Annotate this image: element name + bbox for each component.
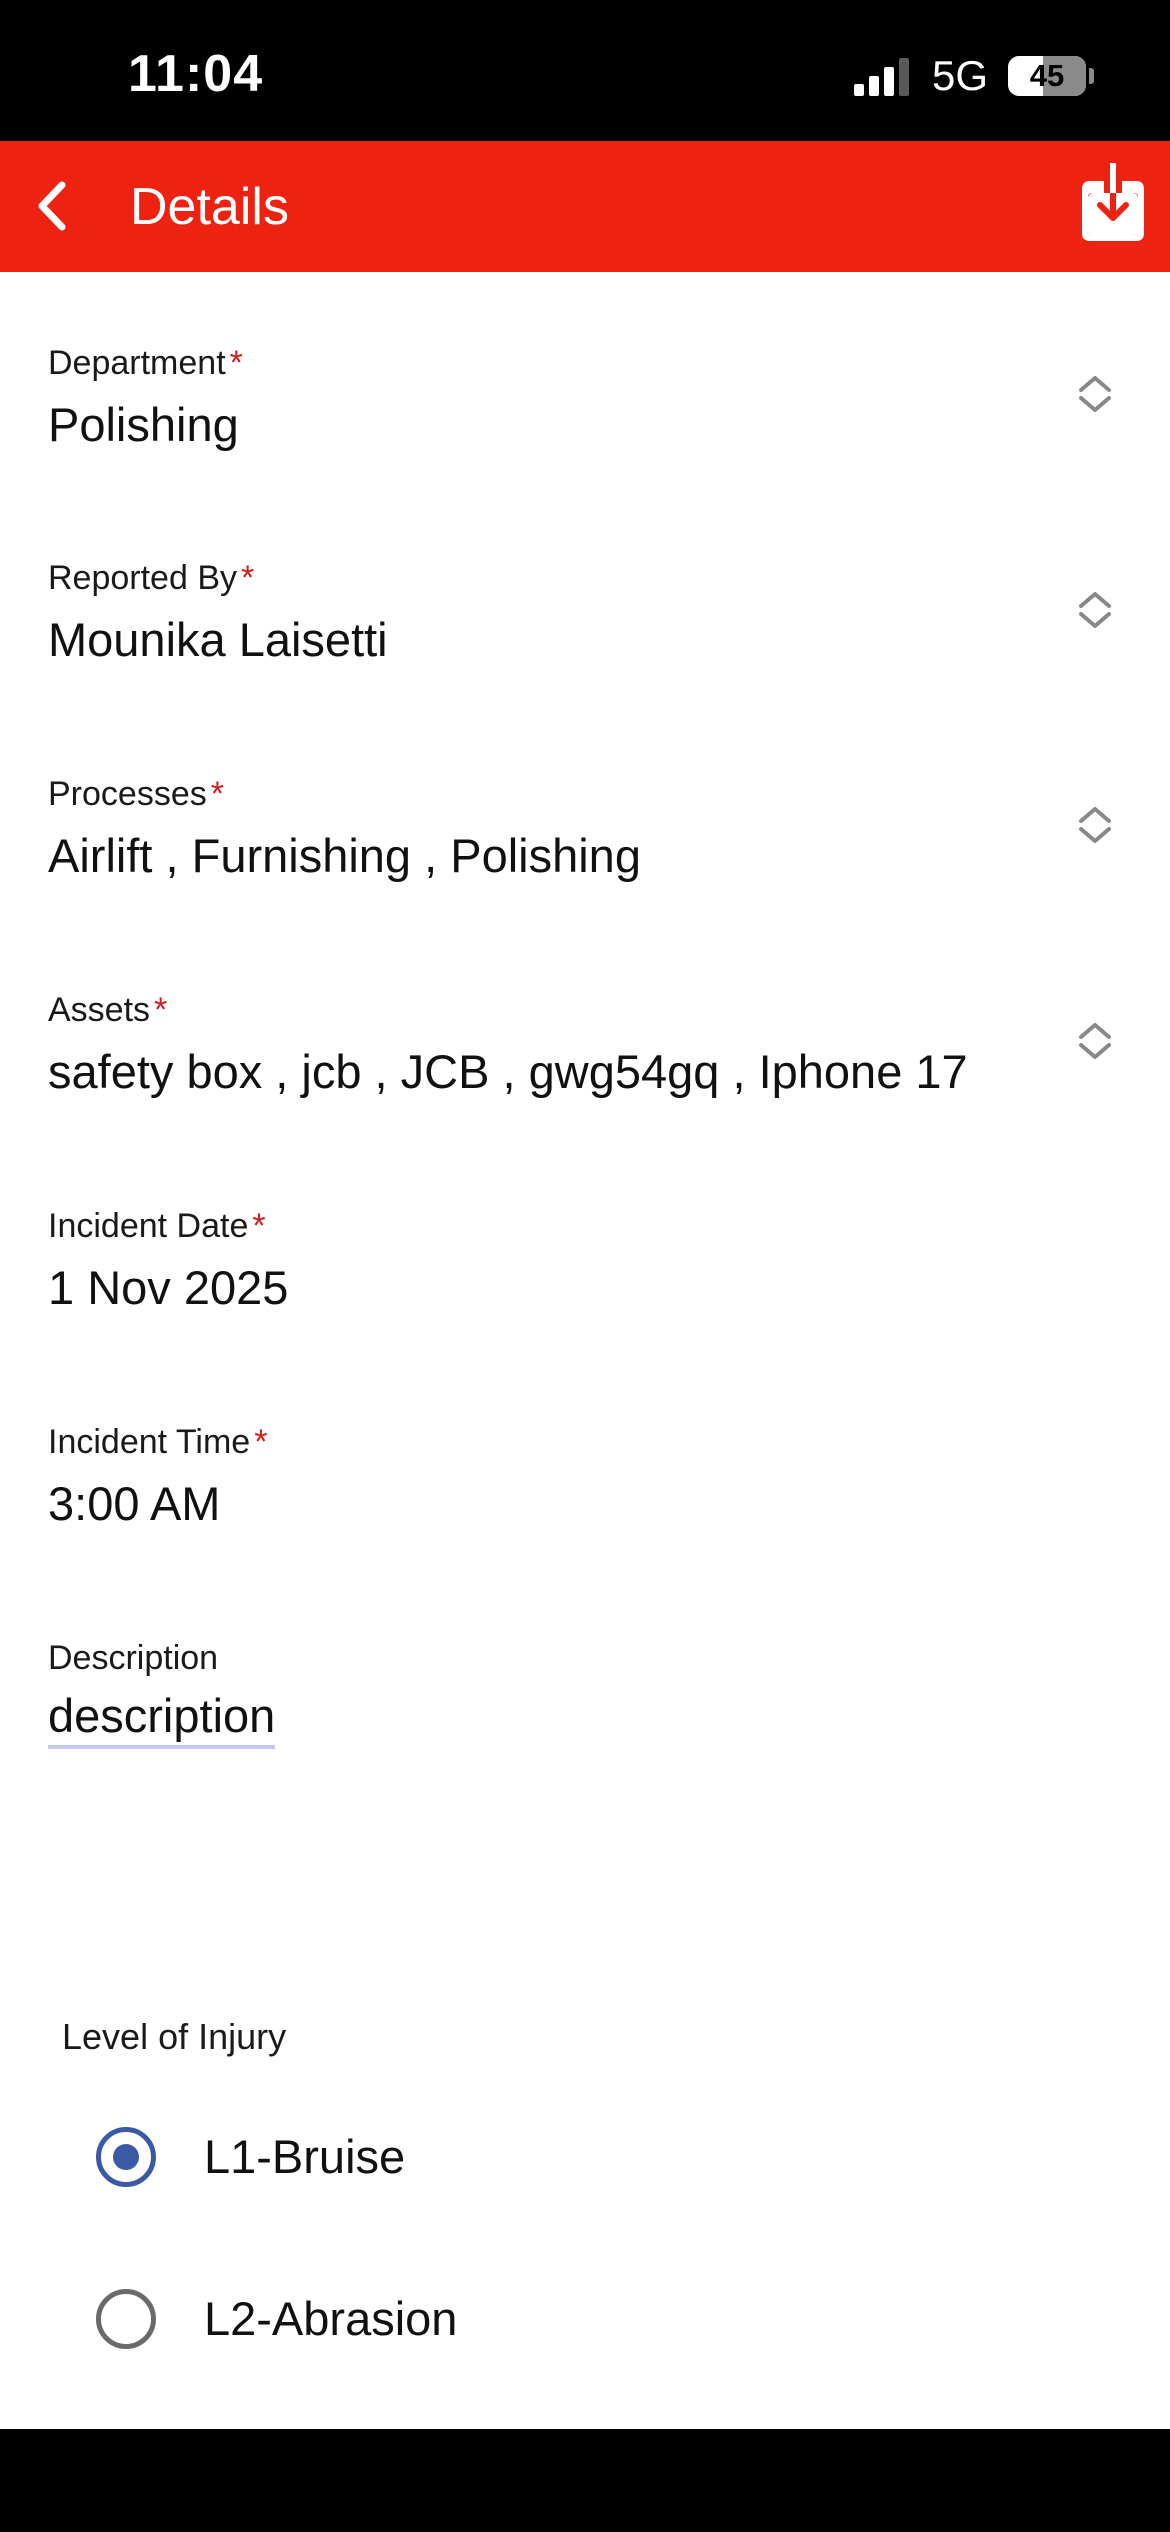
chevron-up-down-icon[interactable] bbox=[1075, 588, 1115, 632]
reported-by-label: Reported By bbox=[48, 559, 237, 597]
chevron-up-down-icon[interactable] bbox=[1075, 1019, 1115, 1063]
status-time: 11:04 bbox=[128, 45, 264, 103]
assets-label: Assets bbox=[48, 991, 151, 1029]
network-type: 5G bbox=[932, 52, 989, 99]
department-field[interactable]: Department * Polishing bbox=[48, 344, 1128, 452]
incident-date-label: Incident Date bbox=[48, 1207, 249, 1245]
battery-icon: 45 bbox=[1008, 56, 1086, 96]
description-label: Description bbox=[48, 1639, 219, 1677]
department-label: Department bbox=[48, 344, 226, 382]
radio-selected-icon[interactable] bbox=[96, 2127, 156, 2187]
reported-by-field[interactable]: Reported By * Mounika Laisetti bbox=[48, 559, 1128, 667]
incident-date-value: 1 Nov 2025 bbox=[48, 1261, 289, 1314]
chevron-up-down-icon[interactable] bbox=[1075, 372, 1115, 416]
download-icon bbox=[1082, 163, 1144, 241]
bottom-bar bbox=[0, 2429, 1170, 2532]
page-title: Details bbox=[130, 178, 289, 236]
incident-time-label: Incident Time bbox=[48, 1423, 251, 1461]
reported-by-value: Mounika Laisetti bbox=[48, 613, 388, 666]
required-mark: * bbox=[254, 1423, 268, 1461]
level-of-injury-heading: Level of Injury bbox=[62, 2016, 287, 2057]
required-mark: * bbox=[252, 1207, 266, 1245]
description-input[interactable]: description bbox=[48, 1688, 276, 1749]
status-bar: 11:04 5G 45 bbox=[0, 0, 1170, 141]
processes-field[interactable]: Processes * Airlift , Furnishing , Polish… bbox=[48, 775, 1128, 883]
radio-unselected-icon[interactable] bbox=[96, 2289, 156, 2349]
incident-time-field[interactable]: Incident Time * 3:00 AM bbox=[48, 1423, 1128, 1531]
battery-tip bbox=[1089, 68, 1094, 84]
radio-option-l1-bruise[interactable]: L1-Bruise bbox=[96, 2123, 996, 2193]
chevron-left-icon bbox=[38, 181, 66, 231]
radio-dot bbox=[113, 2144, 139, 2170]
department-value: Polishing bbox=[48, 398, 239, 451]
description-field[interactable]: Description description bbox=[48, 1639, 1128, 1749]
radio-option-l2-abrasion[interactable]: L2-Abrasion bbox=[96, 2285, 996, 2355]
processes-label: Processes bbox=[48, 775, 207, 813]
processes-value: Airlift , Furnishing , Polishing bbox=[48, 829, 641, 882]
required-mark: * bbox=[210, 775, 224, 813]
required-mark: * bbox=[229, 344, 243, 382]
assets-value: safety box , jcb , JCB , gwg54gq , Iphon… bbox=[48, 1045, 968, 1098]
app-bar: Details bbox=[0, 141, 1170, 272]
incident-time-value: 3:00 AM bbox=[48, 1477, 221, 1530]
incident-date-field[interactable]: Incident Date * 1 Nov 2025 bbox=[48, 1207, 1128, 1315]
required-mark: * bbox=[154, 991, 168, 1029]
required-mark: * bbox=[241, 559, 255, 597]
cellular-signal-icon bbox=[854, 58, 909, 96]
assets-field[interactable]: Assets * safety box , jcb , JCB , gwg54gq… bbox=[48, 991, 1128, 1099]
battery-level: 45 bbox=[1029, 58, 1065, 93]
radio-label: L1-Bruise bbox=[204, 2130, 406, 2183]
screen: 11:04 5G 45 Details Department * Polishi… bbox=[0, 0, 1170, 2532]
chevron-up-down-icon[interactable] bbox=[1075, 803, 1115, 847]
radio-label: L2-Abrasion bbox=[204, 2292, 458, 2345]
download-button[interactable] bbox=[1082, 163, 1144, 241]
back-button[interactable] bbox=[20, 171, 90, 241]
